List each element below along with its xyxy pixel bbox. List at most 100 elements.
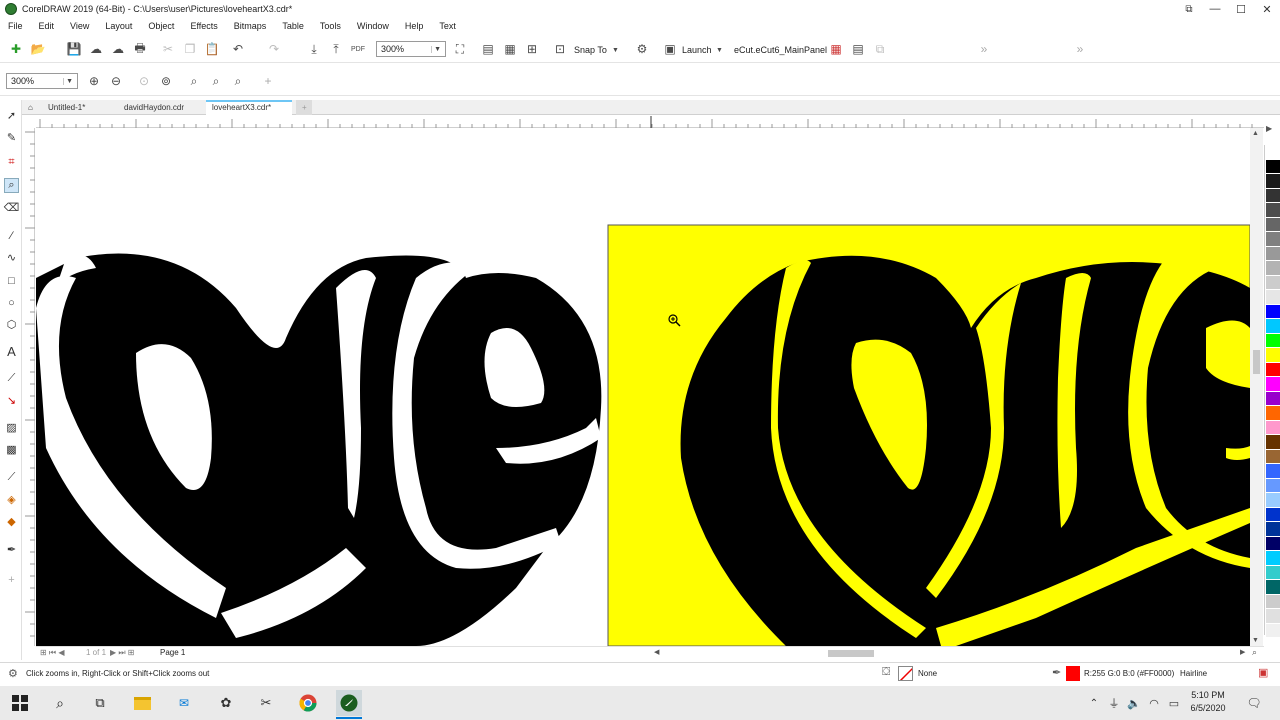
outline-pen-status-icon[interactable]: ✒ [1052,666,1061,679]
palette-swatch[interactable] [1266,435,1280,450]
fill-bucket-icon[interactable]: ⛋ [882,666,890,679]
scroll-left-icon[interactable]: ◀ [654,648,659,656]
windows-start-icon[interactable] [10,693,30,713]
minimize-button[interactable]: — [1202,0,1228,18]
parallel-dimension-icon[interactable]: ⟋ [4,371,19,386]
palette-swatch[interactable] [1266,188,1280,203]
palette-swatch[interactable] [1266,304,1280,319]
menu-edit[interactable]: Edit [31,21,63,31]
outline-pen-icon[interactable]: ✒ [4,542,19,557]
page-next-icon[interactable]: ▶ ⏭ ⊞ [110,648,135,658]
cloud-open-icon[interactable]: ☁ [110,40,126,58]
palette-swatch[interactable] [1266,290,1280,305]
snap-dropdown-icon[interactable]: ▼ [612,41,619,59]
polygon-tool-icon[interactable]: ⬡ [4,317,19,332]
new-tab-icon[interactable]: + [296,100,312,115]
menu-effects[interactable]: Effects [182,21,225,31]
pick-tool-icon[interactable]: ➚ [4,108,19,123]
drop-shadow-icon[interactable]: ▨ [4,420,19,435]
menu-view[interactable]: View [62,21,97,31]
palette-swatch[interactable] [1266,406,1280,421]
menu-table[interactable]: Table [274,21,312,31]
palette-swatch[interactable] [1266,449,1280,464]
full-screen-icon[interactable]: ⛶ [452,40,468,58]
tab-loveheartx3[interactable]: loveheartX3.cdr* [206,100,292,115]
redo-icon[interactable]: ↷ [266,40,282,58]
prop-zoom-select[interactable]: 300% ▼ [6,73,78,89]
ecut-panel-button[interactable]: eCut.eCut6_MainPanel [734,41,827,59]
vertical-scrollbar[interactable]: ▲ ▼ [1250,128,1263,646]
zoom-level-select[interactable]: 300% ▼ [376,41,446,57]
home-tab-icon[interactable]: ⌂ [22,100,42,115]
rectangle-tool-icon[interactable]: □ [4,273,19,288]
show-grid-icon[interactable]: ▦ [502,40,518,58]
transparency-tool-icon[interactable]: ▩ [4,442,19,457]
ellipse-tool-icon[interactable]: ○ [4,295,19,310]
menu-window[interactable]: Window [349,21,397,31]
overflow-chevron-2-icon[interactable]: » [1074,40,1086,58]
snipping-tool-icon[interactable]: ✂ [256,693,276,713]
palette-swatch[interactable] [1266,391,1280,406]
show-guidelines-icon[interactable]: ⊞ [524,40,540,58]
ecut-extra-icon[interactable]: ⧉ [872,40,888,58]
menu-help[interactable]: Help [397,21,432,31]
vscroll-thumb[interactable] [1253,350,1260,374]
file-explorer-icon[interactable] [132,693,152,713]
palette-swatch[interactable] [1266,493,1280,508]
interactive-fill-icon[interactable]: ◈ [4,492,19,507]
connector-tool-icon[interactable]: ↘ [4,393,19,408]
palette-swatch[interactable] [1266,536,1280,551]
palette-swatch[interactable] [1266,580,1280,595]
palette-swatch[interactable] [1266,551,1280,566]
zoom-out-icon[interactable]: ⊖ [108,72,124,90]
new-document-icon[interactable]: ✚ [8,40,24,58]
palette-swatch[interactable] [1266,594,1280,609]
tab-davidhaydon[interactable]: davidHaydon.cdr [118,100,206,115]
undo-icon[interactable]: ↶ [230,40,246,58]
copy-icon[interactable]: ❐ [182,40,198,58]
palette-swatch[interactable] [1266,565,1280,580]
menu-text[interactable]: Text [431,21,464,31]
vertical-ruler[interactable] [22,128,35,646]
menu-object[interactable]: Object [140,21,182,31]
palette-swatch[interactable] [1266,507,1280,522]
text-tool-icon[interactable]: A [4,344,19,359]
export-icon[interactable]: ⤒ [328,40,344,58]
palette-swatch[interactable] [1266,522,1280,537]
outline-color-swatch[interactable] [1066,666,1080,681]
palette-swatch[interactable] [1266,609,1280,624]
cloud-save-icon[interactable]: ☁ [88,40,104,58]
overflow-chevron-icon[interactable]: » [978,40,990,58]
palette-swatch[interactable] [1266,217,1280,232]
menu-tools[interactable]: Tools [312,21,349,31]
smart-fill-icon[interactable]: ◆ [4,514,19,529]
zoom-width-icon[interactable]: ⌕ [208,72,224,90]
cut-icon[interactable]: ✂ [160,40,176,58]
add-tool-icon[interactable]: + [4,572,19,587]
tray-chevron-up-icon[interactable]: ⌃ [1084,693,1104,713]
palette-swatch[interactable] [1266,174,1280,189]
zoom-in-icon[interactable]: ⊕ [86,72,102,90]
artistic-media-icon[interactable]: ∿ [4,250,19,265]
task-view-icon[interactable]: ⧉ [90,693,110,713]
show-rulers-icon[interactable]: ▤ [480,40,496,58]
eraser-tool-icon[interactable]: ⌫ [4,200,20,215]
chrome-icon[interactable] [298,693,318,713]
page-tab-1[interactable]: Page 1 [160,648,185,657]
zoom-tool-icon[interactable]: ⌕ [4,178,19,193]
status-gear-icon[interactable]: ⚙ [8,667,18,680]
palette-swatch[interactable] [1266,623,1280,638]
palette-swatch[interactable] [1266,420,1280,435]
print-icon[interactable]: 🖶 [132,40,148,58]
palette-swatch[interactable] [1266,203,1280,218]
zoom-selected-icon[interactable]: ⊙ [136,72,152,90]
notifications-icon[interactable]: 🗨 [1244,693,1264,713]
scroll-down-icon[interactable]: ▼ [1252,637,1259,644]
usb-icon[interactable]: ⏚ [1104,693,1124,713]
zoom-all-icon[interactable]: ⊚ [158,72,174,90]
eyedropper-tool-icon[interactable]: ⟋ [4,470,19,485]
menu-layout[interactable]: Layout [97,21,140,31]
palette-swatch[interactable] [1266,464,1280,479]
zoom-page-icon[interactable]: ⌕ [186,72,202,90]
launch-dropdown-icon[interactable]: ▼ [716,41,723,59]
